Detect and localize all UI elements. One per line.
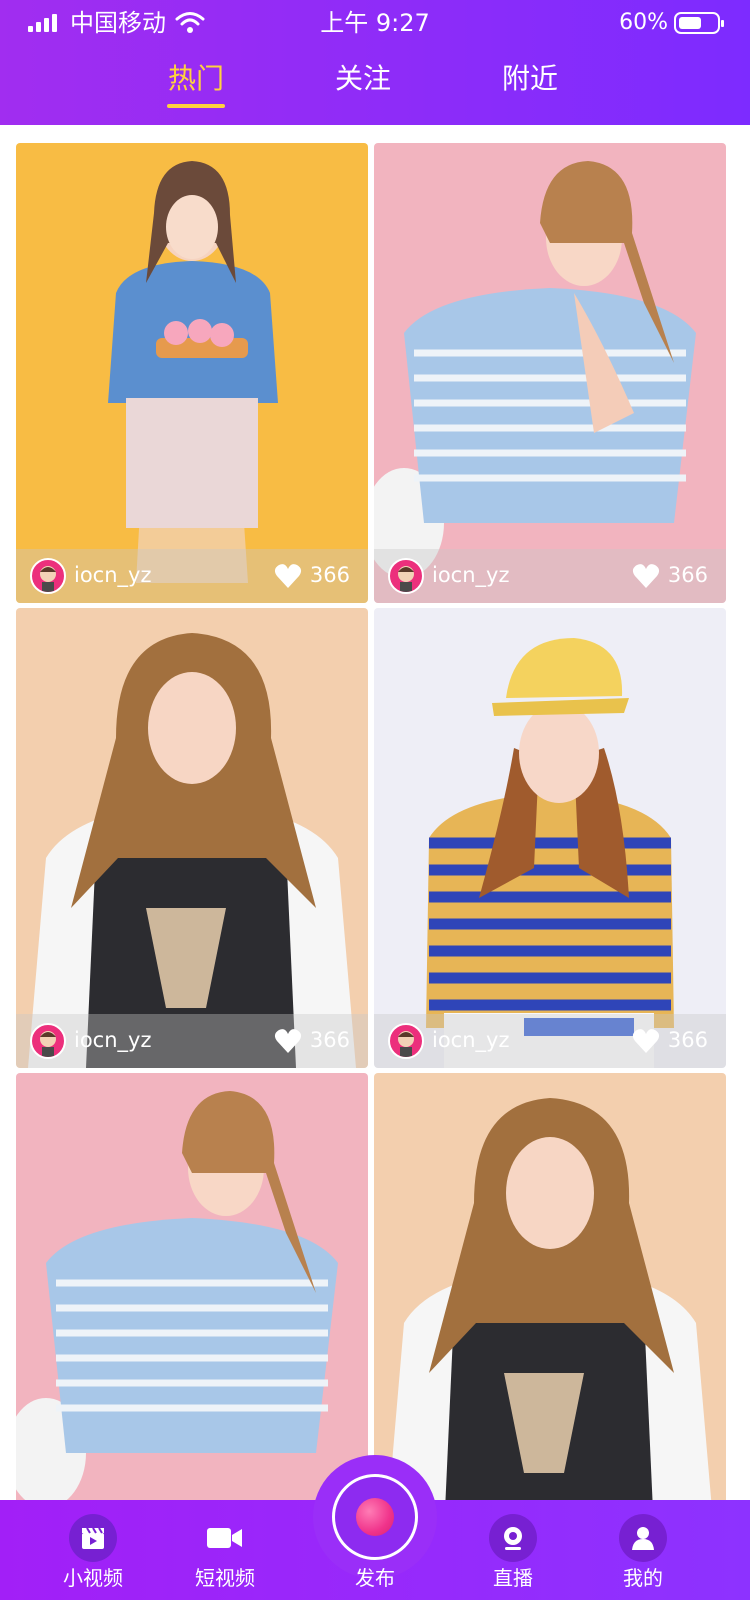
card-username[interactable]: iocn_yz — [432, 1026, 510, 1054]
heart-icon[interactable] — [274, 563, 302, 589]
battery-percent: 60% — [619, 10, 668, 35]
avatar[interactable] — [388, 558, 424, 594]
feed-card[interactable]: iocn_yz 366 — [374, 608, 726, 1068]
tab-following-label: 关注 — [334, 62, 391, 95]
feed-card[interactable]: iocn_yz 366 — [16, 143, 368, 603]
card-like-count: 366 — [667, 563, 708, 587]
avatar[interactable] — [30, 558, 66, 594]
feed-card[interactable]: iocn_yz 366 — [16, 608, 368, 1068]
card-username[interactable]: iocn_yz — [74, 561, 152, 589]
clapperboard-icon — [69, 1514, 117, 1562]
battery-fill — [679, 17, 701, 29]
tab-nearby-label: 附近 — [501, 62, 558, 95]
video-feed-grid: iocn_yz 366 iocn_yz 366 iocn_yz 366 iocn… — [0, 125, 750, 1500]
nav-label-short-clips: 小视频 — [63, 1566, 123, 1590]
active-tab-indicator — [167, 104, 225, 108]
feed-card[interactable] — [374, 1073, 726, 1500]
battery-icon — [674, 12, 724, 34]
tab-nearby[interactable]: 附近 — [470, 60, 590, 98]
tab-following[interactable]: 关注 — [303, 60, 423, 98]
video-camera-icon — [201, 1514, 249, 1562]
feed-card[interactable]: iocn_yz 366 — [374, 143, 726, 603]
record-dot-icon[interactable] — [356, 1498, 394, 1536]
card-username[interactable]: iocn_yz — [432, 561, 510, 589]
nav-item-short-video[interactable]: 短视频 — [170, 1500, 280, 1600]
tab-hot-label: 热门 — [167, 62, 224, 95]
status-bar: 中国移动 上午 9:27 60% — [0, 0, 750, 46]
card-thumbnail — [374, 1073, 726, 1500]
nav-item-live[interactable]: 直播 — [458, 1500, 568, 1600]
card-info-bar: iocn_yz 366 — [16, 549, 368, 603]
heart-icon[interactable] — [632, 1028, 660, 1054]
user-icon — [619, 1514, 667, 1562]
card-thumbnail — [16, 143, 368, 603]
nav-label-live: 直播 — [493, 1566, 533, 1590]
card-like-count: 366 — [309, 1028, 350, 1052]
nav-label-short-video: 短视频 — [195, 1566, 255, 1590]
avatar[interactable] — [388, 1023, 424, 1059]
card-username[interactable]: iocn_yz — [74, 1026, 152, 1054]
card-thumbnail — [374, 143, 726, 603]
avatar[interactable] — [30, 1023, 66, 1059]
nav-item-short-clips[interactable]: 小视频 — [38, 1500, 148, 1600]
card-thumbnail — [374, 608, 726, 1068]
card-info-bar: iocn_yz 366 — [16, 1014, 368, 1068]
nav-label-me: 我的 — [623, 1566, 663, 1590]
tab-hot[interactable]: 热门 — [136, 60, 256, 108]
feed-tabs: 热门 关注 附近 — [0, 60, 750, 120]
card-like-count: 366 — [309, 563, 350, 587]
top-header: 中国移动 上午 9:27 60% 热门 关注 附近 — [0, 0, 750, 125]
publish-label: 发布 — [355, 1566, 395, 1590]
nav-item-me[interactable]: 我的 — [588, 1500, 698, 1600]
card-thumbnail — [16, 608, 368, 1068]
live-icon — [489, 1514, 537, 1562]
feed-card[interactable] — [16, 1073, 368, 1500]
card-info-bar: iocn_yz 366 — [374, 549, 726, 603]
card-thumbnail — [16, 1073, 368, 1500]
heart-icon[interactable] — [632, 563, 660, 589]
heart-icon[interactable] — [274, 1028, 302, 1054]
card-info-bar: iocn_yz 366 — [374, 1014, 726, 1068]
card-like-count: 366 — [667, 1028, 708, 1052]
